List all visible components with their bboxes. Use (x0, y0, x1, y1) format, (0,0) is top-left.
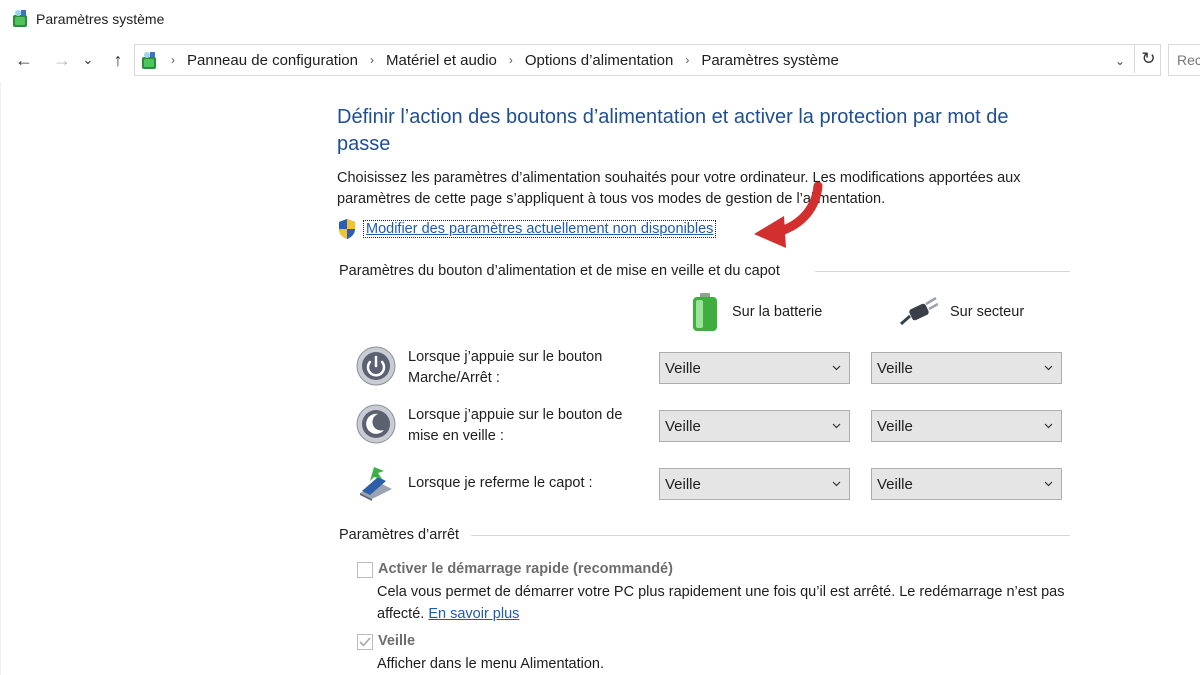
chevron-right-icon[interactable]: › (685, 53, 689, 67)
arrow-up-icon: ↑ (113, 49, 123, 70)
section-divider (815, 271, 1070, 272)
chevron-down-icon (1044, 365, 1053, 371)
sleep-checkbox[interactable] (357, 634, 373, 650)
fast-startup-description: Cela vous permet de démarrer votre PC pl… (377, 581, 1077, 625)
select-value: Veille (877, 360, 913, 377)
annotation-arrow-icon (754, 182, 823, 248)
column-header-plugged: Sur secteur (900, 296, 1024, 328)
column-header-battery: Sur la batterie (690, 292, 822, 332)
title-bar: Paramètres système (0, 0, 1200, 38)
chevron-down-icon (832, 481, 841, 487)
address-bar[interactable]: › Panneau de configuration › Matériel et… (134, 44, 1161, 76)
chevron-down-icon (832, 365, 841, 371)
search-placeholder: Rec (1177, 52, 1200, 68)
arrow-right-icon: → (53, 49, 71, 70)
lid-close-label: Lorsque je referme le capot : (408, 475, 593, 491)
breadcrumb: › Panneau de configuration › Matériel et… (165, 45, 839, 75)
sleep-button-plugged-select[interactable]: Veille (871, 410, 1062, 442)
select-value: Veille (877, 476, 913, 493)
checkmark-icon (359, 637, 371, 647)
navigation-bar: ← → ⌄ ↑ › Panneau de configuration › Mat… (0, 40, 1200, 80)
up-button[interactable]: ↑ (106, 48, 130, 72)
select-value: Veille (877, 418, 913, 435)
select-value: Veille (665, 476, 701, 493)
chevron-right-icon[interactable]: › (171, 53, 175, 67)
buttons-section-title: Paramètres du bouton d’alimentation et d… (339, 263, 780, 279)
power-button-plugged-select[interactable]: Veille (871, 352, 1062, 384)
section-divider (471, 535, 1070, 536)
divider (0, 82, 1, 675)
recent-locations-button[interactable]: ⌄ (80, 48, 96, 72)
modify-settings-row: Modifier des paramètres actuellement non… (337, 218, 717, 240)
select-value: Veille (665, 418, 701, 435)
forward-button[interactable]: → (50, 48, 74, 72)
chevron-down-icon (1044, 423, 1053, 429)
column-label-battery: Sur la batterie (732, 304, 823, 320)
window-title: Paramètres système (36, 11, 165, 27)
learn-more-link[interactable]: En savoir plus (428, 606, 519, 622)
chevron-down-icon: ⌄ (82, 52, 94, 67)
breadcrumb-control-panel[interactable]: Panneau de configuration (187, 52, 358, 69)
sleep-button-label: Lorsque j’appuie sur le bouton de mise e… (408, 407, 623, 444)
breadcrumb-system-settings[interactable]: Paramètres système (701, 52, 839, 69)
sleep-description: Afficher dans le menu Alimentation. (377, 656, 605, 672)
page-description: Choisissez les paramètres d’alimentation… (337, 170, 1021, 207)
fast-startup-label: Activer le démarrage rapide (recommandé) (378, 561, 673, 577)
power-button-label: Lorsque j’appuie sur le bouton Marche/Ar… (408, 349, 603, 386)
main-content: Définir l’action des boutons d’alimentat… (337, 104, 1077, 239)
chevron-down-icon (832, 423, 841, 429)
battery-icon (693, 293, 717, 331)
control-panel-icon (13, 10, 27, 27)
power-button-battery-select[interactable]: Veille (659, 352, 850, 384)
sleep-label: Veille (378, 633, 416, 649)
refresh-icon: ↻ (1141, 49, 1156, 68)
uac-shield-icon (339, 219, 355, 239)
power-button-icon (356, 346, 396, 386)
chevron-down-icon (1044, 481, 1053, 487)
shutdown-section-title: Paramètres d’arrêt (339, 527, 460, 543)
power-plug-icon (900, 296, 938, 326)
breadcrumb-hardware-sound[interactable]: Matériel et audio (386, 52, 497, 69)
laptop-lid-icon (360, 467, 392, 501)
sleep-button-battery-select[interactable]: Veille (659, 410, 850, 442)
chevron-right-icon[interactable]: › (370, 53, 374, 67)
column-label-plugged: Sur secteur (950, 304, 1025, 320)
address-dropdown-icon[interactable]: ⌄ (1115, 54, 1125, 68)
control-panel-icon (142, 52, 156, 69)
back-button[interactable]: ← (12, 48, 36, 72)
lid-close-battery-select[interactable]: Veille (659, 468, 850, 500)
modify-unavailable-settings-link[interactable]: Modifier des paramètres actuellement non… (362, 220, 717, 238)
chevron-right-icon[interactable]: › (509, 53, 513, 67)
search-input[interactable]: Rec (1168, 44, 1200, 76)
breadcrumb-power-options[interactable]: Options d’alimentation (525, 52, 673, 69)
lid-close-plugged-select[interactable]: Veille (871, 468, 1062, 500)
page-title: Définir l’action des boutons d’alimentat… (337, 106, 1009, 155)
select-value: Veille (665, 360, 701, 377)
fast-startup-checkbox[interactable] (357, 562, 373, 578)
arrow-left-icon: ← (15, 49, 33, 70)
sleep-button-icon (356, 404, 396, 444)
refresh-button[interactable]: ↻ (1134, 45, 1162, 73)
